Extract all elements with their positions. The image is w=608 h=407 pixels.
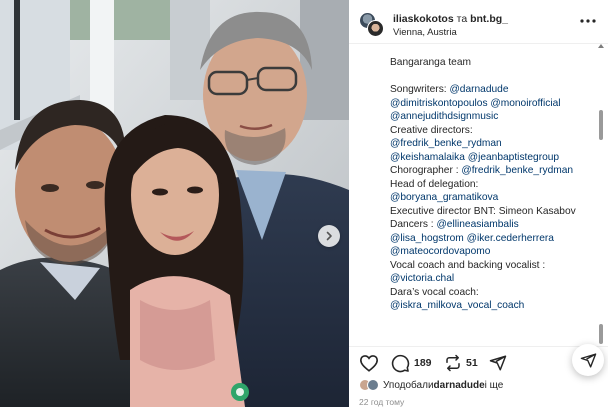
repost-button[interactable]: 51 (444, 352, 478, 374)
mention-link[interactable]: @iskra_milkova_vocal_coach (390, 300, 524, 311)
caption-line: @dimitriskontopoulos @monoirofficial (390, 97, 602, 111)
post-photo[interactable] (0, 0, 349, 407)
more-horizontal-icon (580, 19, 596, 23)
collab-avatars[interactable] (359, 12, 384, 37)
mention-link[interactable]: @victoria.chal (390, 273, 454, 284)
caption-gap (390, 70, 602, 84)
caption-line: @iskra_milkova_vocal_coach (390, 299, 602, 313)
chevron-right-icon (326, 231, 332, 241)
mention-link[interactable]: @darnadude (449, 84, 508, 95)
caption-label: Dancers : (390, 219, 437, 230)
caption-line: @mateocordovapomo (390, 245, 602, 259)
mention-link[interactable]: @ellineasiambalis (436, 219, 518, 230)
authors-joiner: та (456, 13, 468, 25)
post-side-panel: iliaskokotos та bnt.bg_ Vienna, Austria … (349, 0, 608, 407)
post-authors: iliaskokotos та bnt.bg_ (393, 13, 508, 26)
divider (349, 346, 608, 347)
instagram-post: iliaskokotos та bnt.bg_ Vienna, Austria … (0, 0, 608, 407)
post-timestamp: 22 год тому (359, 397, 405, 407)
collaborator-username[interactable]: bnt.bg_ (470, 13, 508, 25)
likes-suffix: і ще (484, 379, 504, 391)
caption-line: @boryana_gramatikova (390, 191, 602, 205)
scroll-thumb-lower[interactable] (599, 324, 603, 344)
mention-link[interactable]: @dimitriskontopoulos (390, 98, 488, 109)
mention-link[interactable]: @nicholas_chobb (470, 314, 551, 315)
caption-line: @fredrik_benke_rydman (390, 137, 602, 151)
mention-link[interactable]: @mateocordovapomo (390, 246, 490, 257)
carousel-next-button[interactable] (318, 225, 340, 247)
caption-label: Chorographer : (390, 165, 462, 176)
author-username[interactable]: iliaskokotos (393, 13, 454, 25)
send-icon (580, 352, 596, 368)
mention-link[interactable]: @monoirofficial (490, 98, 560, 109)
comment-count: 189 (414, 357, 432, 369)
scroll-up-icon[interactable] (598, 44, 604, 48)
comment-icon (391, 354, 410, 372)
caption-line: Head of delegation: (390, 178, 479, 190)
mention-link[interactable]: @keishamalaika (390, 152, 465, 163)
scroll-thumb[interactable] (599, 110, 603, 140)
caption-line: @victoria.chal (390, 272, 602, 286)
heart-icon (359, 355, 379, 372)
repost-count: 51 (466, 357, 478, 369)
mention-link[interactable]: @fredrik_benke_rydman (390, 138, 502, 149)
caption-line: @lisa_hogstrom @iker.cederherrera (390, 232, 602, 246)
caption-scrollbar[interactable] (597, 44, 606, 344)
caption-line: Creative directors: (390, 124, 473, 136)
likes-prefix: Уподобали (383, 379, 434, 391)
caption-line: @keishamalaika @jeanbaptistegroup (390, 151, 602, 165)
mention-link[interactable]: @boryana_gramatikova (390, 192, 498, 203)
mention-link[interactable]: @lisa_hogstrom (390, 233, 464, 244)
likes-user[interactable]: darnadude (434, 380, 485, 391)
mention-link[interactable]: @iker.cederherrera (467, 233, 554, 244)
like-button[interactable] (359, 352, 379, 374)
caption-line: Dancers : @ellineasiambalis (390, 218, 602, 232)
caption-line: Bangaranga team (390, 57, 471, 68)
send-icon (489, 355, 507, 371)
selfie-image (0, 0, 349, 407)
more-options-button[interactable] (578, 14, 598, 28)
mention-link[interactable]: @annejudithdsignmusic (390, 111, 498, 122)
caption-line: Chorographer : @fredrik_benke_rydman (390, 164, 602, 178)
repost-icon (446, 354, 460, 372)
post-header: iliaskokotos та bnt.bg_ Vienna, Austria (349, 0, 608, 44)
caption-line: Creative Advisor :@nicholas_chobb (390, 313, 602, 315)
likes-summary[interactable]: Уподобали darnadude і ще (359, 377, 503, 393)
mention-link[interactable]: @jeanbaptistegroup (468, 152, 559, 163)
caption-line: Songwriters: @darnadude (390, 83, 602, 97)
post-location[interactable]: Vienna, Austria (393, 27, 457, 39)
caption-line: Executive director BNT: Simeon Kasabov (390, 205, 576, 217)
avatar (367, 379, 379, 391)
caption-line: Dara’s vocal coach: (390, 286, 479, 298)
comment-button[interactable]: 189 (391, 352, 432, 374)
caption-line: Vocal coach and backing vocalist : (390, 259, 546, 271)
caption-label: Songwriters: (390, 84, 450, 95)
share-button[interactable] (489, 352, 507, 374)
direct-message-button[interactable] (572, 344, 604, 376)
avatar (367, 20, 384, 37)
mention-link[interactable]: @fredrik_benke_rydman (461, 165, 573, 176)
post-caption: Bangaranga team Songwriters: @darnadude @d… (390, 56, 602, 314)
caption-line: @annejudithdsignmusic (390, 110, 602, 124)
caption-label: Creative Advisor : (390, 314, 470, 315)
